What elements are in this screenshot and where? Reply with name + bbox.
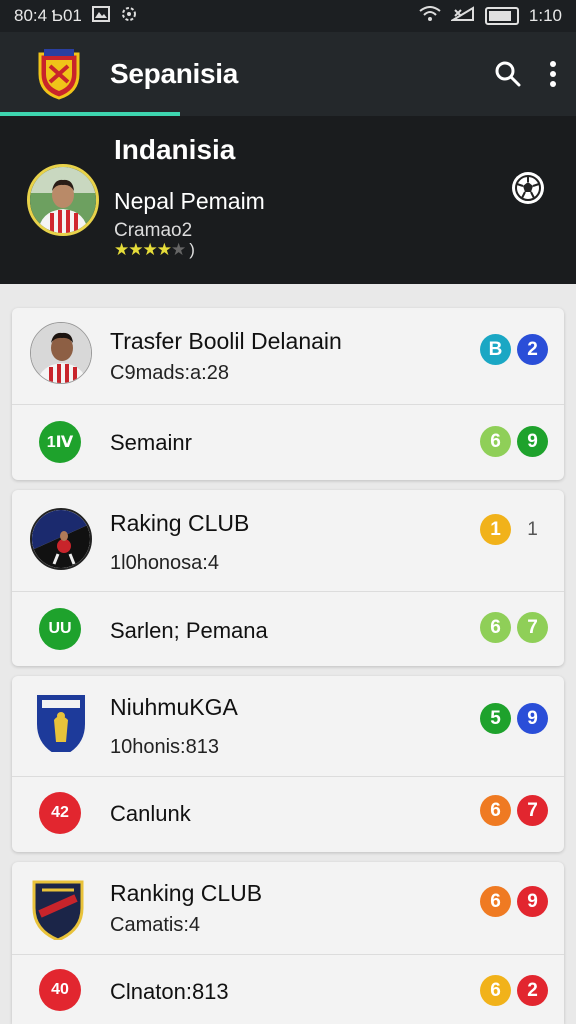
score-pill: 1 — [480, 514, 511, 545]
card-subtitle: 1l0honosa:4 — [110, 552, 219, 574]
card-bottom-pills: 6 7 — [480, 612, 548, 643]
card-bottom-label: Semainr — [110, 430, 192, 455]
battery-icon — [484, 7, 519, 25]
score-pill: 6 — [480, 975, 511, 1006]
ranking-card-1: Trasfer Boolil Delanain C9mads:a:28 B 2 … — [12, 308, 564, 480]
card-top-pills: 5 9 — [480, 703, 548, 734]
settings-notification-icon — [120, 5, 138, 28]
player-avatar — [30, 322, 92, 384]
status-time-right: 1:10 — [528, 6, 562, 25]
score-pill: 1 — [527, 518, 538, 540]
card-bottom-pills: 6 7 — [480, 795, 548, 826]
score-pill: 9 — [517, 426, 548, 457]
card-top-row[interactable]: Raking CLUB 1l0honosa:4 1 1 — [12, 490, 564, 592]
more-vert-icon[interactable] — [548, 60, 558, 88]
card-top-row[interactable]: Trasfer Boolil Delanain C9mads:a:28 B 2 — [12, 308, 564, 405]
signal-icon — [449, 5, 475, 27]
ranking-card-4: Ranking CLUB Camatis:4 6 9 40 Clnaton:81… — [12, 862, 564, 1024]
shield-club-crest — [30, 878, 86, 940]
score-pill: 6 — [480, 612, 511, 643]
card-bottom-row[interactable]: 1Ⅳ Semainr 6 9 — [12, 405, 564, 480]
score-pill: 9 — [517, 703, 548, 734]
card-top-row[interactable]: NiuhmuKGA 10honis:813 5 9 — [12, 676, 564, 777]
score-pill: 7 — [517, 795, 548, 826]
score-pill: 5 — [480, 703, 511, 734]
ranking-card-2: Raking CLUB 1l0honosa:4 1 1 UU Sarlen; P… — [12, 490, 564, 666]
card-bottom-row[interactable]: 40 Clnaton:813 6 2 — [12, 955, 564, 1024]
card-title: Trasfer Boolil Delanain — [110, 328, 342, 354]
profile-title: Indanisia — [114, 134, 236, 165]
wifi-icon — [419, 5, 441, 27]
rank-badge: 40 — [39, 969, 81, 1011]
profile-avatar[interactable] — [27, 164, 99, 236]
score-pill: 7 — [517, 612, 548, 643]
soccer-ball-icon[interactable] — [512, 172, 544, 204]
card-title: Ranking CLUB — [110, 880, 263, 906]
rating-stars: ★★★★★) — [114, 240, 195, 260]
app-bar: Sepanisia — [0, 32, 576, 116]
card-bottom-label: Sarlen; Pemana — [110, 618, 268, 643]
gallery-icon — [91, 5, 110, 27]
app-title: Sepanisia — [110, 58, 239, 89]
profile-name: Nepal Pemaim — [114, 188, 265, 214]
card-title: NiuhmuKGA — [110, 694, 238, 720]
card-bottom-label: Clnaton:813 — [110, 979, 229, 1004]
card-bottom-pills: 6 2 — [480, 975, 548, 1006]
card-bottom-pills: 6 9 — [480, 426, 548, 457]
ranking-card-3: NiuhmuKGA 10honis:813 5 9 42 Canlunk 6 7 — [12, 676, 564, 852]
status-bar: 80:4 Ƅ01 1:10 — [0, 0, 576, 32]
card-top-pills: B 2 — [480, 334, 548, 365]
status-time-left: 80:4 Ƅ01 — [14, 6, 82, 25]
score-pill: 6 — [480, 886, 511, 917]
club-crest-icon — [36, 48, 82, 100]
score-pill: 9 — [517, 886, 548, 917]
card-title: Raking CLUB — [110, 510, 250, 536]
card-top-pills: 6 9 — [480, 886, 548, 917]
rating-stars-empty: ★ — [170, 240, 186, 259]
score-pill: 2 — [517, 334, 548, 365]
rating-tail: ) — [189, 240, 195, 259]
club-photo-avatar — [30, 508, 92, 570]
score-pill: B — [480, 334, 511, 365]
card-bottom-row[interactable]: UU Sarlen; Pemana 6 7 — [12, 592, 564, 666]
card-bottom-row[interactable]: 42 Canlunk 6 7 — [12, 777, 564, 852]
blue-club-crest — [30, 690, 92, 752]
profile-subtitle: Cramao2 — [114, 220, 193, 241]
score-pill: 6 — [480, 426, 511, 457]
score-pill: 2 — [517, 975, 548, 1006]
rank-badge: 1Ⅳ — [39, 421, 81, 463]
card-top-pills: 1 1 — [480, 514, 548, 545]
rating-stars-filled: ★★★★ — [114, 240, 172, 259]
card-bottom-label: Canlunk — [110, 801, 191, 826]
search-icon[interactable] — [494, 60, 522, 88]
card-top-row[interactable]: Ranking CLUB Camatis:4 6 9 — [12, 862, 564, 955]
rank-badge: UU — [39, 608, 81, 650]
rank-badge: 42 — [39, 792, 81, 834]
score-pill: 6 — [480, 795, 511, 826]
card-subtitle: Camatis:4 — [110, 914, 201, 936]
card-subtitle: C9mads:a:28 — [110, 362, 229, 384]
card-subtitle: 10honis:813 — [110, 736, 219, 758]
